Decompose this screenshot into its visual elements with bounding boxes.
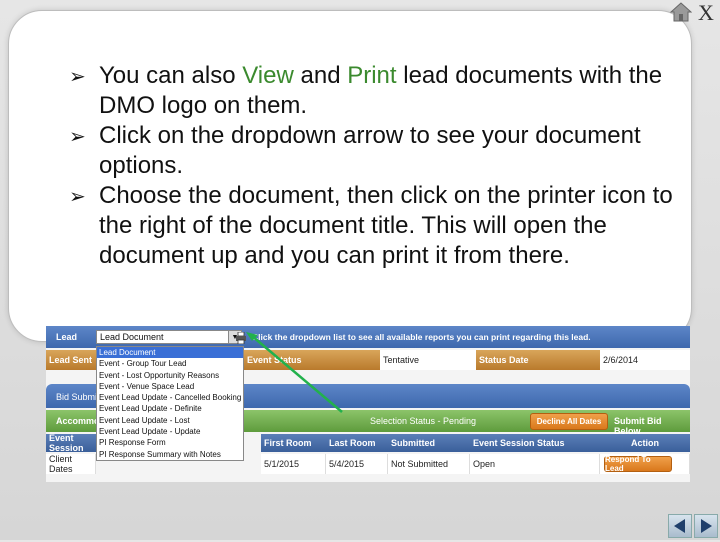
bullet-dropdown: ➢ Click on the dropdown arrow to see you… bbox=[69, 122, 641, 179]
chevron-right-icon bbox=[701, 519, 712, 533]
bullet-list: ➢ You can also View and Print lead docum… bbox=[69, 61, 689, 271]
slide-content-card: ➢ You can also View and Print lead docum… bbox=[8, 10, 692, 342]
previous-slide-button[interactable] bbox=[668, 514, 692, 538]
close-button[interactable]: X bbox=[698, 0, 714, 26]
next-slide-button[interactable] bbox=[694, 514, 718, 538]
bullet-arrow-icon: ➢ bbox=[69, 64, 86, 88]
chevron-left-icon bbox=[674, 519, 685, 533]
bullet-choose-document: ➢ Choose the document, then click on the… bbox=[69, 182, 673, 269]
view-keyword: View bbox=[242, 62, 294, 89]
home-icon[interactable] bbox=[670, 2, 692, 22]
bullet-arrow-icon: ➢ bbox=[69, 124, 86, 148]
embedded-screenshot: Lead Lead Document ▼ Click the dropdown … bbox=[46, 326, 690, 482]
bullet-view-print: ➢ You can also View and Print lead docum… bbox=[69, 62, 663, 119]
print-keyword: Print bbox=[347, 62, 397, 89]
bullet-arrow-icon: ➢ bbox=[69, 184, 86, 208]
pointer-arrow-icon bbox=[246, 332, 343, 413]
